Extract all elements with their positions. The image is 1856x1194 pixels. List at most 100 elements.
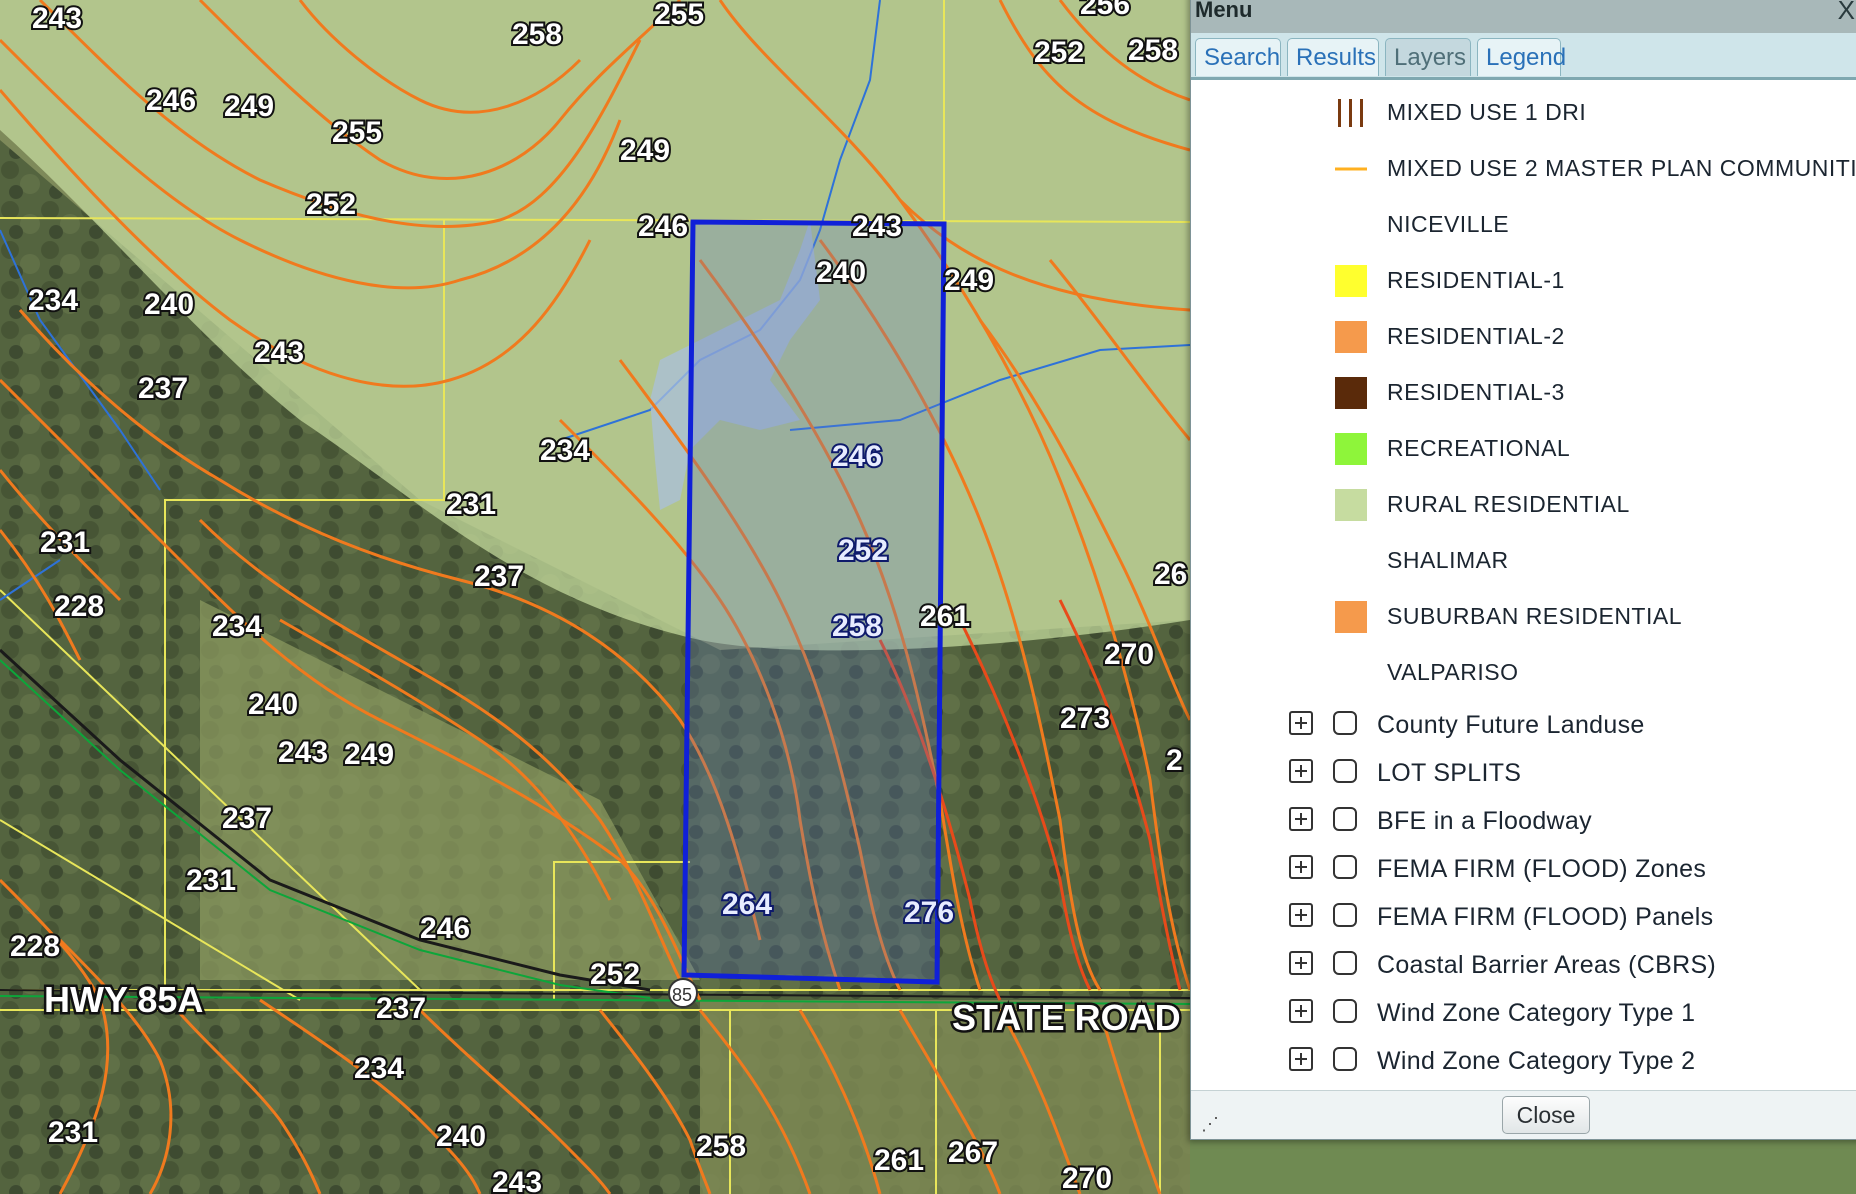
layer-checkbox[interactable]	[1333, 1047, 1357, 1071]
legend-label: SUBURBAN RESIDENTIAL	[1387, 603, 1683, 629]
map-canvas[interactable]: HWY 85A STATE ROAD 85 243 258 255 256 25…	[0, 0, 1190, 1194]
contour-label: 256	[1080, 0, 1130, 21]
road-label-hwy85a: HWY 85A	[44, 979, 203, 1020]
color-swatch	[1335, 321, 1367, 353]
expand-icon[interactable]	[1289, 1047, 1313, 1071]
contour-label: 270	[1062, 1162, 1112, 1194]
color-swatch	[1335, 377, 1367, 409]
contour-label: 273	[1060, 702, 1110, 735]
contour-label: 246	[146, 84, 196, 117]
contour-label: 26	[1154, 558, 1187, 591]
layer-checkbox[interactable]	[1333, 807, 1357, 831]
layer-checkbox[interactable]	[1333, 951, 1357, 975]
contour-label: 267	[948, 1136, 998, 1169]
contour-label: 258	[696, 1130, 746, 1163]
color-swatch	[1335, 489, 1367, 521]
menu-panel: Menu X Search Results Layers Legend MIXE…	[1190, 0, 1856, 1140]
tab-results[interactable]: Results	[1287, 38, 1379, 76]
layer-row: BFE in a Floodway	[1191, 797, 1856, 845]
contour-label: 249	[944, 264, 994, 297]
contour-label: 240	[144, 288, 194, 321]
layer-label[interactable]: Wind Zone Category Type 2	[1377, 1047, 1695, 1076]
legend-item: MIXED USE 1 DRI	[1191, 83, 1856, 139]
svg-text:85: 85	[672, 985, 692, 1005]
layer-label[interactable]: Wind Zone Category Type 1	[1377, 999, 1695, 1028]
legend-label: VALPARISO	[1387, 659, 1519, 685]
close-icon[interactable]: X	[1838, 0, 1855, 26]
contour-label: 252	[838, 534, 888, 567]
contour-label: 231	[48, 1116, 98, 1149]
menu-footer: ⋰ Close	[1191, 1090, 1856, 1139]
contour-label: 234	[28, 284, 78, 317]
layer-checkbox[interactable]	[1333, 999, 1357, 1023]
contour-label: 243	[492, 1166, 542, 1194]
expand-icon[interactable]	[1289, 855, 1313, 879]
tab-layers[interactable]: Layers	[1385, 38, 1471, 76]
layer-row: County Future Landuse	[1191, 701, 1856, 749]
layer-row: Wind Zone Category Type 2	[1191, 1037, 1856, 1085]
layer-label[interactable]: FEMA FIRM (FLOOD) Zones	[1377, 855, 1706, 884]
contour-label: 2	[1166, 744, 1183, 777]
contour-label: 249	[620, 134, 670, 167]
legend-label: RECREATIONAL	[1387, 435, 1571, 461]
color-swatch	[1335, 265, 1367, 297]
menu-header[interactable]: Menu X	[1191, 0, 1856, 33]
layers-list[interactable]: MIXED USE 1 DRI MIXED USE 2 MASTER PLAN …	[1191, 83, 1856, 1089]
contour-label: 249	[224, 90, 274, 123]
resize-grip-icon[interactable]: ⋰	[1201, 1114, 1219, 1135]
contour-label: 231	[186, 864, 236, 897]
legend-label: RURAL RESIDENTIAL	[1387, 491, 1630, 517]
contour-label: 255	[332, 116, 382, 149]
expand-icon[interactable]	[1289, 951, 1313, 975]
legend-label: NICEVILLE	[1387, 211, 1510, 237]
contour-label: 264	[722, 888, 772, 921]
contour-label: 231	[446, 488, 496, 521]
expand-icon[interactable]	[1289, 759, 1313, 783]
legend-label: MIXED USE 2 MASTER PLAN COMMUNITIES	[1387, 155, 1856, 181]
layer-checkbox[interactable]	[1333, 903, 1357, 927]
contour-label: 234	[540, 434, 590, 467]
layer-label[interactable]: Coastal Barrier Areas (CBRS)	[1377, 951, 1716, 980]
selected-parcel[interactable]	[681, 219, 947, 985]
layer-checkbox[interactable]	[1333, 759, 1357, 783]
contour-label: 240	[436, 1120, 486, 1153]
legend-item: RESIDENTIAL-2	[1191, 307, 1856, 363]
layer-label[interactable]: BFE in a Floodway	[1377, 807, 1592, 836]
legend-label: SHALIMAR	[1387, 547, 1509, 573]
layer-label[interactable]: FEMA FIRM (FLOOD) Panels	[1377, 903, 1713, 932]
legend-item: RESIDENTIAL-3	[1191, 363, 1856, 419]
layer-label[interactable]: LOT SPLITS	[1377, 759, 1521, 788]
legend-label: MIXED USE 1 DRI	[1387, 99, 1587, 125]
legend-item: RURAL RESIDENTIAL	[1191, 475, 1856, 531]
contour-label: 243	[852, 210, 902, 243]
contour-label: 240	[248, 688, 298, 721]
contour-label: 243	[278, 736, 328, 769]
expand-icon[interactable]	[1289, 903, 1313, 927]
orange-line-icon	[1335, 167, 1367, 171]
legend-item: RESIDENTIAL-1	[1191, 251, 1856, 307]
layer-checkbox[interactable]	[1333, 711, 1357, 735]
contour-label: 258	[512, 18, 562, 51]
tab-legend[interactable]: Legend	[1477, 38, 1566, 76]
legend-label: RESIDENTIAL-1	[1387, 267, 1565, 293]
contour-label: 234	[354, 1052, 404, 1085]
layer-label[interactable]: County Future Landuse	[1377, 711, 1645, 740]
legend-label: RESIDENTIAL-2	[1387, 323, 1565, 349]
expand-icon[interactable]	[1289, 999, 1313, 1023]
contour-label: 234	[212, 610, 262, 643]
contour-label: 252	[590, 958, 640, 991]
contour-label: 231	[40, 526, 90, 559]
layer-checkbox[interactable]	[1333, 855, 1357, 879]
contour-label: 261	[874, 1144, 924, 1177]
tab-bar: Search Results Layers Legend	[1191, 33, 1856, 80]
expand-icon[interactable]	[1289, 711, 1313, 735]
contour-label: 246	[420, 912, 470, 945]
contour-label: 252	[306, 188, 356, 221]
highway-shield-icon: 85	[668, 978, 698, 1008]
close-button[interactable]: Close	[1502, 1096, 1590, 1134]
contour-label: 228	[10, 930, 60, 963]
contour-label: 228	[54, 590, 104, 623]
legend-item: MIXED USE 2 MASTER PLAN COMMUNITIES	[1191, 139, 1856, 195]
expand-icon[interactable]	[1289, 807, 1313, 831]
tab-search[interactable]: Search	[1195, 38, 1281, 76]
